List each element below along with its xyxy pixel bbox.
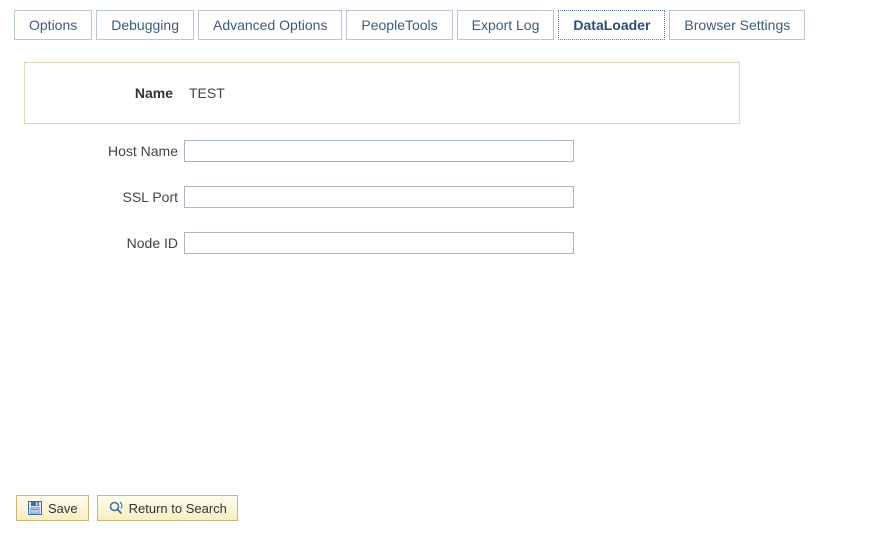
tab-advanced-options[interactable]: Advanced Options: [198, 10, 342, 40]
host-name-label: Host Name: [24, 143, 184, 159]
tab-peopletools[interactable]: PeopleTools: [346, 10, 452, 40]
node-id-input[interactable]: [184, 232, 574, 254]
name-label: Name: [25, 85, 183, 101]
tab-export-log[interactable]: Export Log: [457, 10, 555, 40]
save-icon: [27, 500, 43, 516]
tab-dataloader[interactable]: DataLoader: [558, 10, 665, 40]
ssl-port-label: SSL Port: [24, 189, 184, 205]
dataloader-form: Host Name SSL Port Node ID: [24, 140, 890, 254]
node-id-label: Node ID: [24, 235, 184, 251]
node-id-row: Node ID: [24, 232, 890, 254]
ssl-port-row: SSL Port: [24, 186, 890, 208]
tab-bar: Options Debugging Advanced Options Peopl…: [0, 0, 890, 40]
return-to-search-label: Return to Search: [129, 501, 227, 516]
name-panel: Name TEST: [24, 62, 740, 124]
tab-browser-settings[interactable]: Browser Settings: [669, 10, 805, 40]
return-to-search-button[interactable]: Return to Search: [97, 495, 238, 521]
name-value: TEST: [183, 85, 225, 101]
save-button-label: Save: [48, 501, 78, 516]
tab-debugging[interactable]: Debugging: [96, 10, 194, 40]
search-icon: [108, 500, 124, 516]
tab-options[interactable]: Options: [14, 10, 92, 40]
save-button[interactable]: Save: [16, 495, 89, 521]
bottom-button-bar: Save Return to Search: [16, 495, 238, 521]
host-name-row: Host Name: [24, 140, 890, 162]
ssl-port-input[interactable]: [184, 186, 574, 208]
host-name-input[interactable]: [184, 140, 574, 162]
